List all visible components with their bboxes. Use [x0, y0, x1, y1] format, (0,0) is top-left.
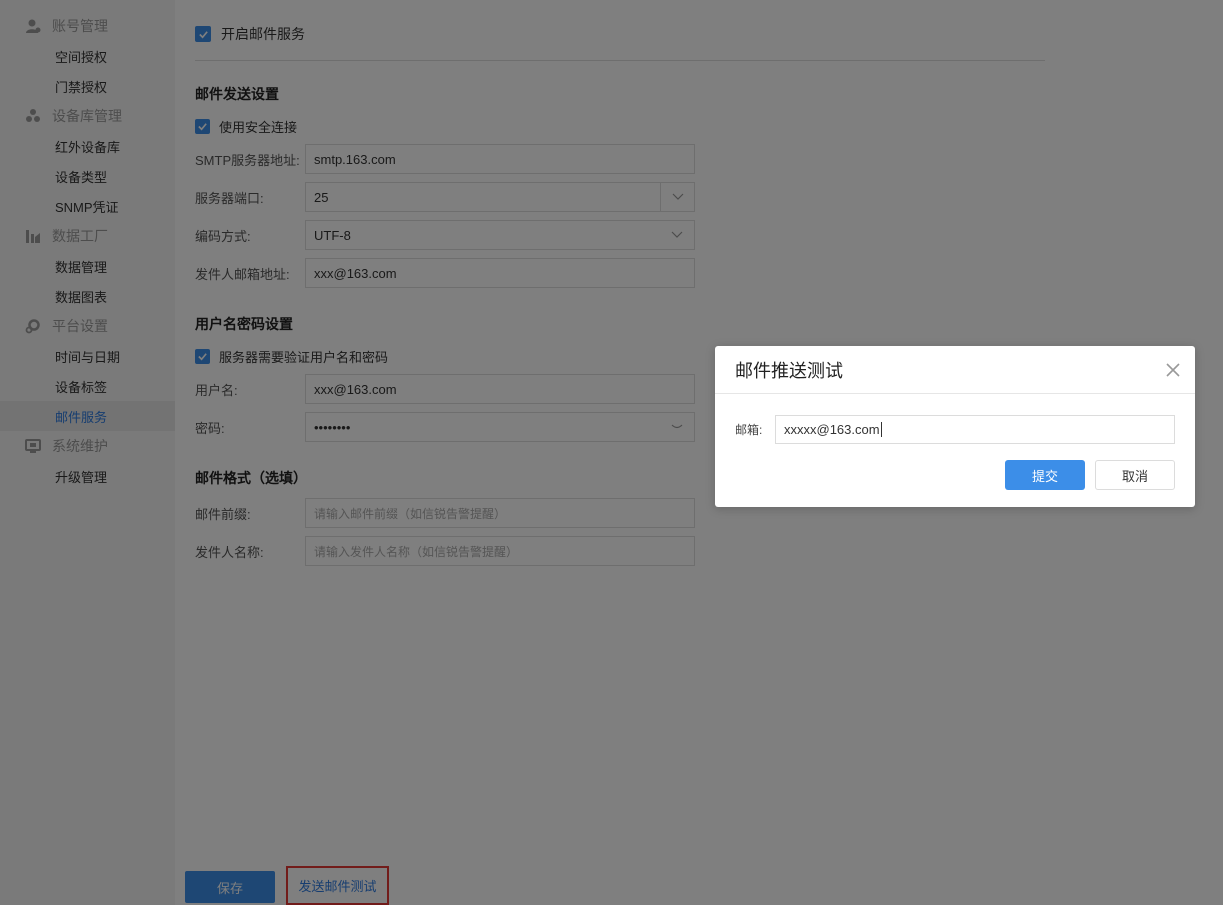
email-row: 邮箱: xxxxx@163.com: [735, 414, 1175, 444]
cancel-button[interactable]: 取消: [1095, 460, 1175, 490]
email-label: 邮箱:: [735, 422, 763, 437]
close-icon[interactable]: [1163, 360, 1183, 380]
text-caret: [880, 421, 882, 437]
email-value: xxxxx@163.com: [784, 421, 880, 437]
dialog-body: 邮箱: xxxxx@163.com 提交 取消: [715, 394, 1195, 490]
mail-test-dialog: 邮件推送测试 邮箱: xxxxx@163.com 提交 取消: [715, 346, 1195, 507]
dialog-title: 邮件推送测试: [735, 360, 843, 381]
dialog-header: 邮件推送测试: [715, 346, 1195, 394]
submit-button[interactable]: 提交: [1005, 460, 1085, 490]
email-input[interactable]: xxxxx@163.com: [775, 414, 1175, 444]
dialog-actions: 提交 取消: [1005, 460, 1175, 490]
